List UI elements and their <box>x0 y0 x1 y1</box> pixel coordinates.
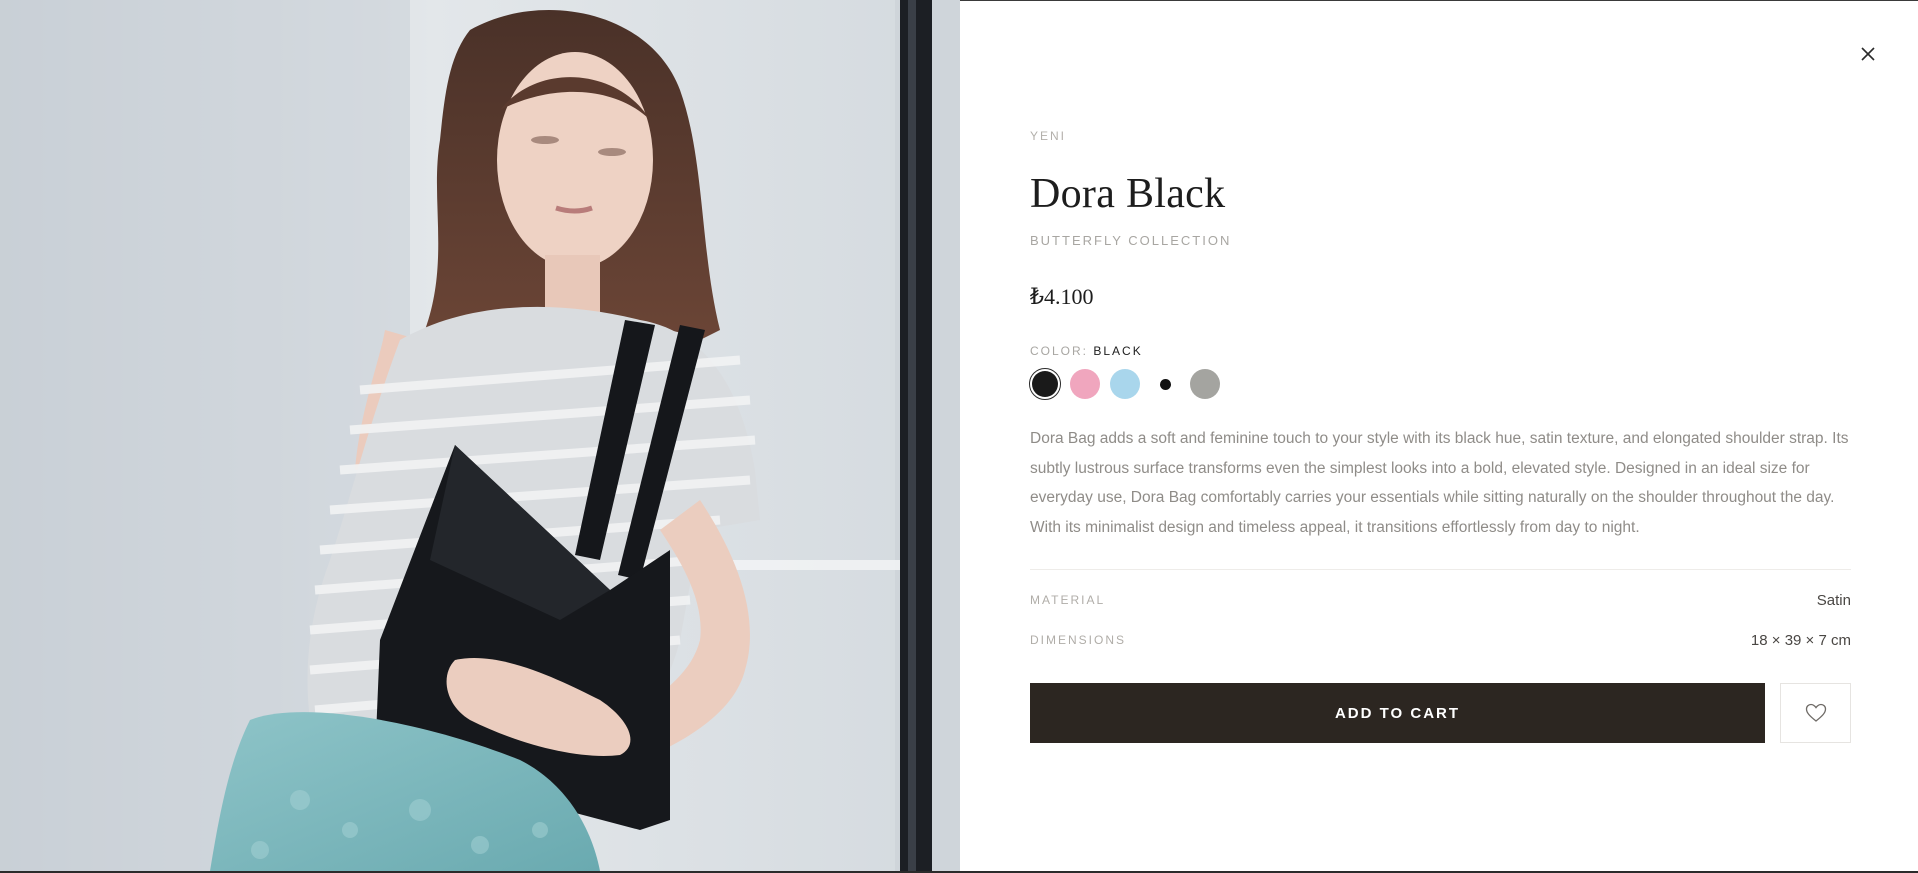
model-photo <box>0 0 960 871</box>
close-icon <box>1861 47 1875 61</box>
spec-label: DIMENSIONS <box>1030 633 1127 647</box>
color-value: BLACK <box>1093 344 1143 358</box>
color-selection-label: COLOR: BLACK <box>1030 344 1143 358</box>
spec-value: 18 × 39 × 7 cm <box>1750 631 1851 649</box>
product-description: Dora Bag adds a soft and feminine touch … <box>1030 430 1849 536</box>
swatch-light-blue[interactable] <box>1110 369 1140 399</box>
product-collection: BUTTERFLY COLLECTION <box>1030 233 1232 248</box>
heart-icon <box>1805 703 1826 722</box>
close-button[interactable] <box>1854 40 1882 68</box>
product-title: Dora Black <box>1030 171 1226 217</box>
color-swatches <box>1029 368 1220 400</box>
spec-row-material: MATERIAL Satin <box>1030 590 1851 610</box>
swatch-grey[interactable] <box>1190 369 1220 399</box>
wishlist-button[interactable] <box>1780 683 1851 743</box>
spec-row-dimensions: DIMENSIONS 18 × 39 × 7 cm <box>1030 630 1851 650</box>
spec-label: MATERIAL <box>1030 593 1106 607</box>
add-to-cart-button[interactable]: ADD TO CART <box>1030 683 1765 743</box>
top-divider <box>960 0 1918 1</box>
spec-value: Satin <box>1816 591 1851 609</box>
details-divider <box>1030 569 1851 570</box>
swatch-white-black-dot[interactable] <box>1150 369 1180 399</box>
swatch-dot <box>1159 378 1171 390</box>
swatch-pink[interactable] <box>1070 369 1100 399</box>
color-label: COLOR: <box>1030 344 1089 358</box>
new-badge: YENI <box>1030 129 1067 143</box>
swatch-black[interactable] <box>1029 368 1061 400</box>
product-image <box>0 0 960 871</box>
product-price: ₺4.100 <box>1030 284 1094 309</box>
